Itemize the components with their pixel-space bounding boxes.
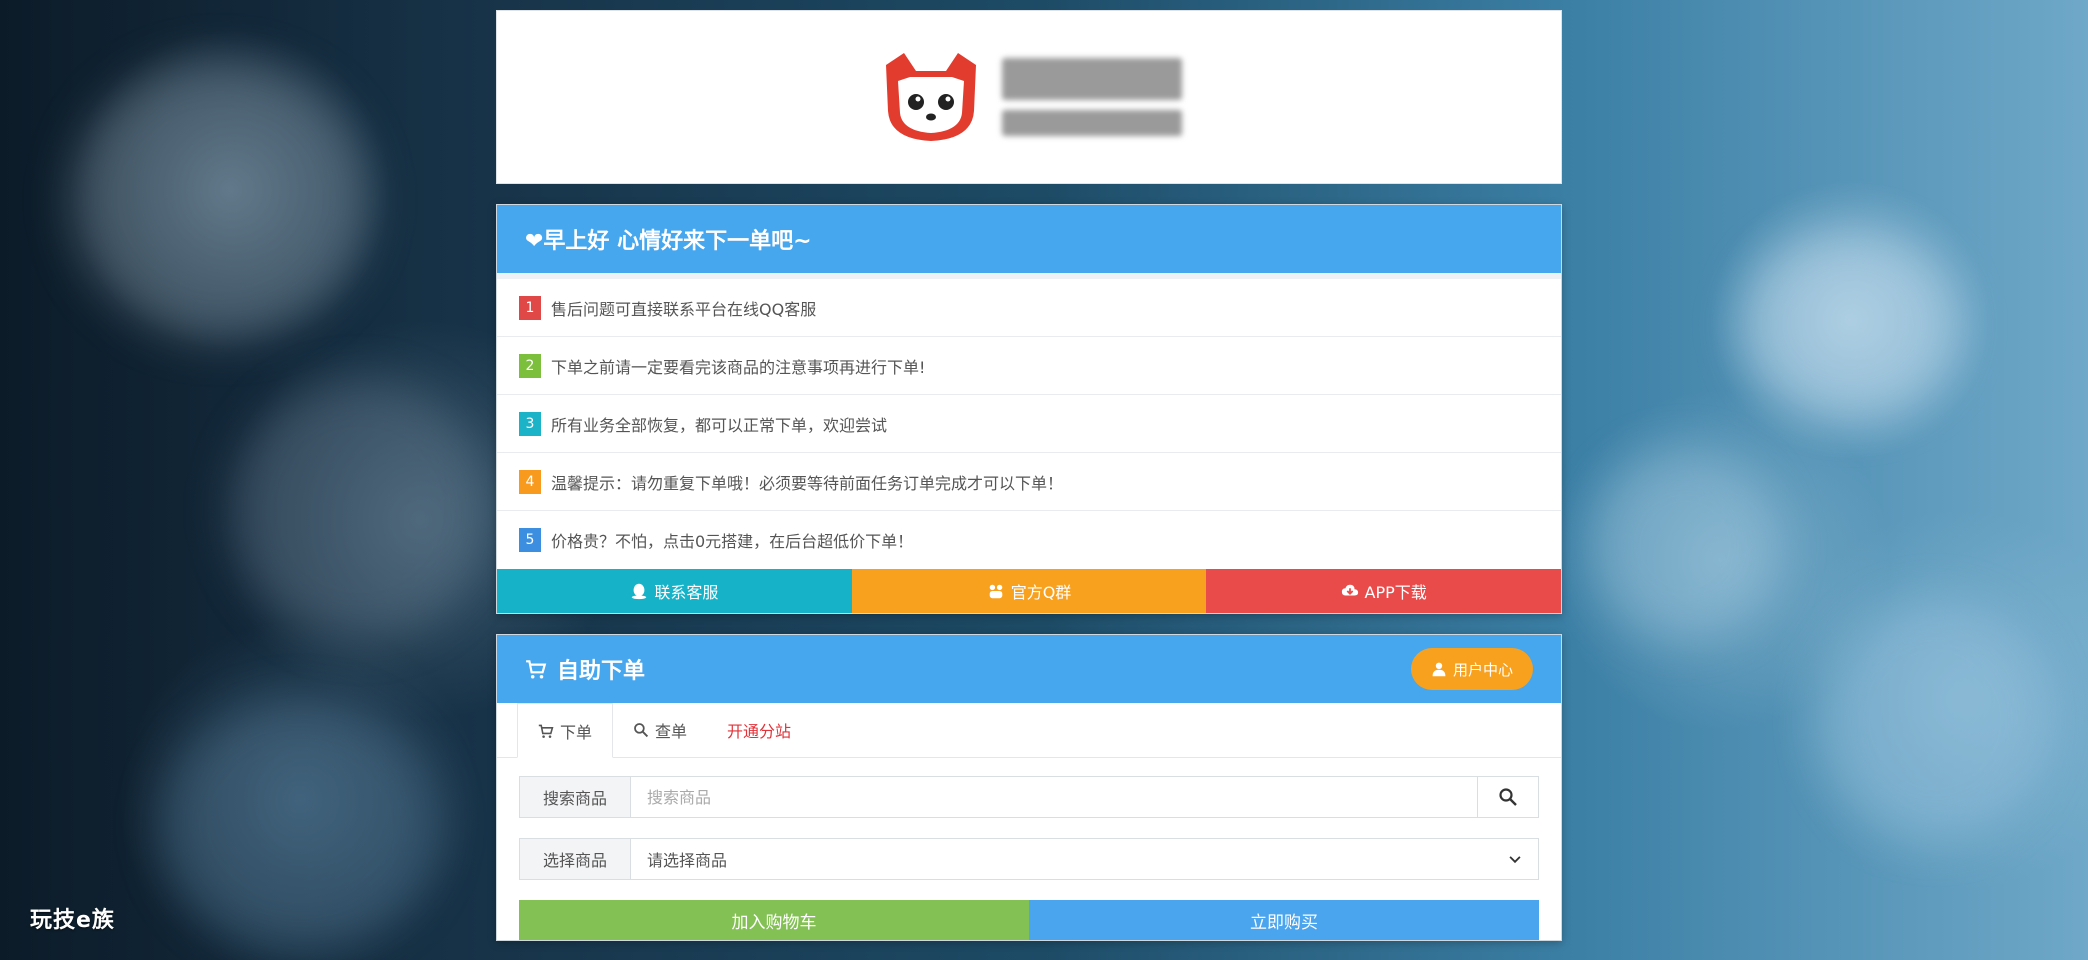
qq-group-label: 官方Q群 bbox=[1010, 583, 1072, 602]
watermark-logo: 玩技e族 bbox=[30, 908, 115, 933]
number-badge: 2 bbox=[519, 353, 541, 378]
list-item: 1 售后问题可直接联系平台在线QQ客服 bbox=[497, 279, 1561, 337]
order-title: 自助下单 bbox=[557, 659, 646, 684]
list-item: 3 所有业务全部恢复，都可以正常下单，欢迎尝试 bbox=[497, 395, 1561, 453]
buy-now-button[interactable]: 立即购买 bbox=[1029, 900, 1539, 940]
order-form: 搜索商品 选择商品 请选择商品 加入购物车 立即购买 bbox=[497, 758, 1561, 940]
search-icon bbox=[1499, 788, 1517, 806]
qq-penguin-icon bbox=[632, 583, 647, 600]
app-download-label: APP下载 bbox=[1364, 583, 1427, 602]
contact-service-button[interactable]: 联系客服 bbox=[497, 569, 852, 613]
bokeh-blob bbox=[70, 60, 370, 340]
search-input[interactable] bbox=[631, 777, 1477, 817]
tab-order[interactable]: 下单 bbox=[517, 703, 614, 758]
notice-text: 温馨提示：请勿重复下单哦！必须要等待前面任务订单完成才可以下单！ bbox=[551, 473, 1064, 493]
list-item: 4 温馨提示：请勿重复下单哦！必须要等待前面任务订单完成才可以下单！ bbox=[497, 453, 1561, 511]
order-tabs: 下单 查单 开通分站 bbox=[497, 703, 1561, 758]
group-icon bbox=[989, 584, 1003, 599]
user-icon bbox=[1432, 662, 1446, 677]
qq-group-button[interactable]: 官方Q群 bbox=[851, 569, 1207, 613]
product-select[interactable]: 请选择商品 bbox=[631, 839, 1538, 879]
list-item: 5 价格贵？不怕，点击0元搭建，在后台超低价下单！ bbox=[497, 511, 1561, 569]
chevron-down-icon bbox=[1509, 856, 1521, 864]
cloud-download-icon bbox=[1341, 584, 1358, 596]
number-badge: 3 bbox=[519, 411, 541, 436]
cart-icon bbox=[526, 660, 547, 679]
cart-icon bbox=[538, 724, 554, 738]
number-badge: 5 bbox=[519, 528, 541, 552]
logo-banner bbox=[496, 10, 1562, 184]
tab-open-substation[interactable]: 开通分站 bbox=[707, 703, 811, 757]
search-icon bbox=[634, 723, 649, 738]
user-center-label: 用户中心 bbox=[1452, 660, 1513, 679]
notice-panel: ❤早上好 心情好来下一单吧~ 1 售后问题可直接联系平台在线QQ客服 2 下单之… bbox=[496, 204, 1562, 614]
main-container: ❤早上好 心情好来下一单吧~ 1 售后问题可直接联系平台在线QQ客服 2 下单之… bbox=[496, 10, 1562, 941]
number-badge: 1 bbox=[519, 295, 541, 320]
notice-title: ❤早上好 心情好来下一单吧~ bbox=[497, 205, 1561, 273]
order-panel: 自助下单 用户中心 下单 查单 开通分站 搜索商品 搜索商品 选择商品 请选择商… bbox=[496, 634, 1562, 941]
tab-open-substation-label: 开通分站 bbox=[727, 722, 792, 741]
search-label: 搜索商品 bbox=[520, 777, 631, 817]
add-to-cart-button[interactable]: 加入购物车 bbox=[519, 900, 1029, 940]
notice-text: 下单之前请一定要看完该商品的注意事项再进行下单! bbox=[551, 357, 926, 377]
action-row: 加入购物车 立即购买 bbox=[519, 900, 1539, 940]
notice-text: 价格贵？不怕，点击0元搭建，在后台超低价下单！ bbox=[551, 532, 914, 551]
list-item: 2 下单之前请一定要看完该商品的注意事项再进行下单! bbox=[497, 337, 1561, 395]
bokeh-blob bbox=[230, 380, 490, 640]
bokeh-blob bbox=[1820, 600, 2050, 840]
tab-query-label: 查单 bbox=[655, 722, 688, 741]
cat-logo-icon bbox=[886, 53, 976, 141]
product-select-value: 请选择商品 bbox=[647, 851, 728, 870]
tab-order-label: 下单 bbox=[560, 722, 593, 742]
app-download-button[interactable]: APP下载 bbox=[1206, 569, 1562, 613]
contact-service-label: 联系客服 bbox=[654, 583, 719, 602]
search-button[interactable] bbox=[1477, 777, 1538, 817]
order-header: 自助下单 用户中心 bbox=[497, 635, 1561, 703]
select-row: 选择商品 请选择商品 bbox=[519, 838, 1539, 880]
notice-text: 售后问题可直接联系平台在线QQ客服 bbox=[551, 299, 817, 319]
bokeh-blob bbox=[1590, 450, 1780, 640]
bokeh-blob bbox=[160, 700, 440, 950]
bokeh-blob bbox=[1740, 230, 1960, 420]
tab-query[interactable]: 查单 bbox=[613, 703, 707, 757]
contact-button-row: 联系客服 官方Q群 APP下载 bbox=[497, 569, 1562, 613]
notice-text: 所有业务全部恢复，都可以正常下单，欢迎尝试 bbox=[551, 415, 888, 435]
search-row: 搜索商品 bbox=[519, 776, 1539, 818]
number-badge: 4 bbox=[519, 469, 541, 494]
notice-list: 1 售后问题可直接联系平台在线QQ客服 2 下单之前请一定要看完该商品的注意事项… bbox=[497, 273, 1561, 569]
select-label: 选择商品 bbox=[520, 839, 631, 879]
blurred-brand-name bbox=[1002, 58, 1182, 136]
user-center-button[interactable]: 用户中心 bbox=[1410, 648, 1533, 690]
